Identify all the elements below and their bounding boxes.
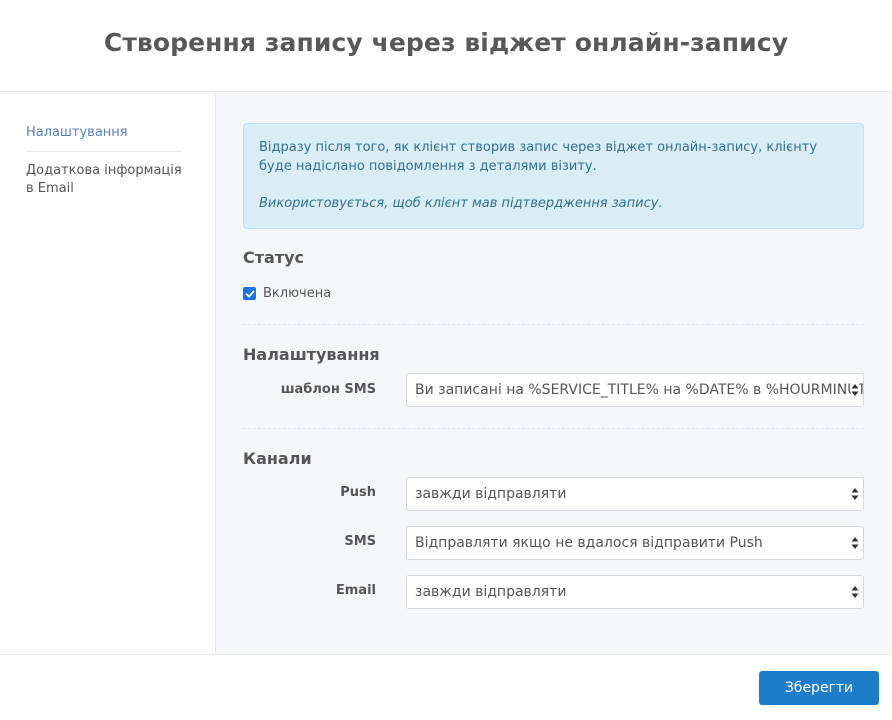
section-divider [243, 428, 864, 429]
updown-arrows-icon [851, 536, 859, 550]
sidebar-item-email-info[interactable]: Додаткова інформація в Email [26, 162, 182, 198]
section-divider [243, 324, 864, 325]
channels-section-title: Канали [243, 449, 312, 468]
sms-template-select[interactable]: Ви записані на %SERVICE_TITLE% на %DATE%… [406, 373, 864, 407]
sms-template-label: шаблон SMS [280, 382, 376, 397]
email-value: завжди відправляти [415, 584, 567, 600]
updown-arrows-icon [851, 383, 859, 397]
sidebar: Налаштування Додаткова інформація в Emai… [0, 92, 216, 654]
push-value: завжди відправляти [415, 486, 567, 502]
status-section-title: Статус [243, 248, 304, 267]
status-checkbox[interactable] [243, 287, 256, 300]
sidebar-item-settings[interactable]: Налаштування [26, 124, 182, 142]
updown-arrows-icon [851, 487, 859, 501]
settings-section-title: Налаштування [243, 345, 380, 364]
push-label: Push [340, 485, 376, 500]
sms-select[interactable]: Відправляти якщо не вдалося відправити P… [406, 526, 864, 560]
dialog-footer: Зберегти [0, 654, 892, 720]
save-button[interactable]: Зберегти [759, 671, 879, 705]
sidebar-divider [26, 151, 182, 152]
sms-template-value: Ви записані на %SERVICE_TITLE% на %DATE%… [415, 382, 864, 398]
main-panel: Відразу після того, як клієнт створив за… [216, 92, 892, 654]
status-checkbox-label: Включена [263, 286, 332, 301]
dialog-header: Створення запису через віджет онлайн-зап… [0, 0, 892, 92]
info-text: Відразу після того, як клієнт створив за… [259, 140, 818, 174]
email-label: Email [335, 583, 376, 598]
sms-value: Відправляти якщо не вдалося відправити P… [415, 535, 763, 551]
info-alert: Відразу після того, як клієнт створив за… [243, 123, 864, 229]
info-note: Використовується, щоб клієнт мав підтвер… [259, 196, 663, 211]
email-select[interactable]: завжди відправляти [406, 575, 864, 609]
checkmark-icon [245, 290, 254, 297]
page-title: Створення запису через віджет онлайн-зап… [103, 28, 789, 57]
sms-label: SMS [344, 534, 376, 549]
updown-arrows-icon [851, 585, 859, 599]
status-checkbox-row[interactable]: Включена [243, 286, 331, 301]
push-select[interactable]: завжди відправляти [406, 477, 864, 511]
